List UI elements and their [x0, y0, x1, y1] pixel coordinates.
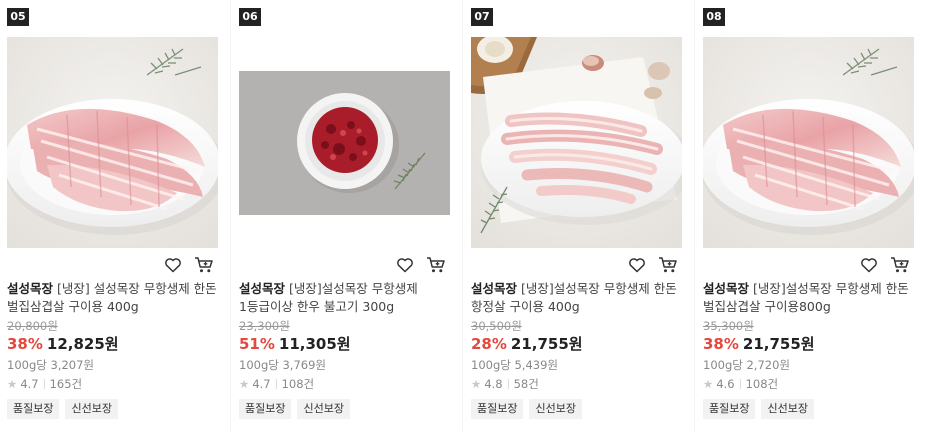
product-image[interactable] [471, 37, 682, 248]
quality-badge: 품질보장 [471, 399, 524, 419]
sale-price: 21,755원 [510, 335, 583, 353]
original-price: 35,300원 [703, 319, 754, 333]
brand-name: 설성목장 [471, 281, 518, 296]
star-icon: ★ [7, 377, 18, 391]
rating-value: 4.7 [20, 377, 39, 391]
original-price: 23,300원 [239, 319, 290, 333]
discount-rate: 38% [703, 335, 739, 353]
fresh-badge: 신선보장 [761, 399, 814, 419]
rank-badge: 07 [471, 8, 493, 26]
unit-price: 100g당 3,769원 [239, 358, 326, 372]
column-divider [230, 0, 231, 431]
unit-price: 100g당 2,720원 [703, 358, 790, 372]
rating-row: ★ 4.6 108건 [703, 376, 778, 392]
heart-icon[interactable] [164, 256, 182, 274]
rating-row: ★ 4.7 108건 [239, 376, 314, 392]
rating-row: ★ 4.7 165건 [7, 376, 82, 392]
fresh-badge: 신선보장 [297, 399, 350, 419]
price-row: 38% 12,825원 [7, 333, 119, 354]
column-divider [462, 0, 463, 431]
star-icon: ★ [239, 377, 250, 391]
product-card[interactable]: 06 설성목장 [냉장]설성목장 무항생제 1등급이상 한우 불고기 300g … [232, 0, 464, 431]
sale-price: 21,755원 [742, 335, 815, 353]
product-title[interactable]: 설성목장 [냉장] 설성목장 무항생제 한돈 벌집삼겹살 구이용 400g [7, 280, 223, 316]
cart-icon[interactable] [890, 256, 910, 274]
fresh-badge: 신선보장 [529, 399, 582, 419]
product-grid: 05 설성목장 [냉장] 설성목장 무항생제 한돈 벌집삼겹살 구이용 400g… [0, 0, 925, 431]
review-count: 108건 [745, 377, 779, 391]
rank-badge: 06 [239, 8, 261, 26]
review-count: 165건 [49, 377, 83, 391]
cart-icon[interactable] [194, 256, 214, 274]
product-title[interactable]: 설성목장 [냉장]설성목장 무항생제 한돈 벌집삼겹살 구이용800g [703, 280, 919, 316]
pork-belly-plate-icon [7, 37, 218, 248]
product-title[interactable]: 설성목장 [냉장]설성목장 무항생제 한돈 항정살 구이용 400g [471, 280, 687, 316]
sale-price: 12,825원 [46, 335, 119, 353]
price-row: 51% 11,305원 [239, 333, 351, 354]
card-actions [854, 256, 914, 274]
quality-badge: 품질보장 [703, 399, 756, 419]
review-count: 108건 [281, 377, 315, 391]
quality-badge: 품질보장 [239, 399, 292, 419]
card-actions [390, 256, 450, 274]
brand-name: 설성목장 [239, 281, 286, 296]
divider [43, 379, 45, 389]
discount-rate: 51% [239, 335, 275, 353]
divider [739, 379, 741, 389]
fresh-badge: 신선보장 [65, 399, 118, 419]
star-icon: ★ [703, 377, 714, 391]
product-image[interactable] [7, 37, 218, 248]
original-price: 20,800원 [7, 319, 58, 333]
cart-icon[interactable] [658, 256, 678, 274]
column-divider [694, 0, 695, 431]
pork-jowl-plate-icon [471, 37, 682, 248]
beef-bulgogi-plate-icon [239, 37, 450, 248]
rank-badge: 08 [703, 8, 725, 26]
badge-list: 품질보장 신선보장 [703, 397, 820, 419]
heart-icon[interactable] [860, 256, 878, 274]
heart-icon[interactable] [396, 256, 414, 274]
original-price: 30,500원 [471, 319, 522, 333]
rating-value: 4.8 [484, 377, 503, 391]
rating-value: 4.7 [252, 377, 271, 391]
unit-price: 100g당 5,439원 [471, 358, 558, 372]
pork-belly-plate-icon [703, 37, 914, 248]
brand-name: 설성목장 [7, 281, 54, 296]
badge-list: 품질보장 신선보장 [471, 397, 588, 419]
badge-list: 품질보장 신선보장 [239, 397, 356, 419]
cart-icon[interactable] [426, 256, 446, 274]
divider [507, 379, 509, 389]
review-count: 58건 [513, 377, 539, 391]
heart-icon[interactable] [628, 256, 646, 274]
price-row: 38% 21,755원 [703, 333, 815, 354]
product-image[interactable] [703, 37, 914, 248]
price-row: 28% 21,755원 [471, 333, 583, 354]
product-image[interactable] [239, 37, 450, 248]
brand-name: 설성목장 [703, 281, 750, 296]
discount-rate: 38% [7, 335, 43, 353]
card-actions [158, 256, 218, 274]
product-title[interactable]: 설성목장 [냉장]설성목장 무항생제 1등급이상 한우 불고기 300g [239, 280, 455, 316]
quality-badge: 품질보장 [7, 399, 60, 419]
card-actions [622, 256, 682, 274]
rating-row: ★ 4.8 58건 [471, 376, 539, 392]
badge-list: 품질보장 신선보장 [7, 397, 124, 419]
star-icon: ★ [471, 377, 482, 391]
rank-badge: 05 [7, 8, 29, 26]
divider [275, 379, 277, 389]
sale-price: 11,305원 [278, 335, 351, 353]
rating-value: 4.6 [716, 377, 735, 391]
unit-price: 100g당 3,207원 [7, 358, 94, 372]
product-card[interactable]: 05 설성목장 [냉장] 설성목장 무항생제 한돈 벌집삼겹살 구이용 400g… [0, 0, 232, 431]
product-card[interactable]: 08 설성목장 [냉장]설성목장 무항생제 한돈 벌집삼겹살 구이용800g 3… [696, 0, 925, 431]
discount-rate: 28% [471, 335, 507, 353]
product-card[interactable]: 07 설성목장 [냉장]설성목장 무항생제 한돈 항정살 구이용 400g 30… [464, 0, 696, 431]
